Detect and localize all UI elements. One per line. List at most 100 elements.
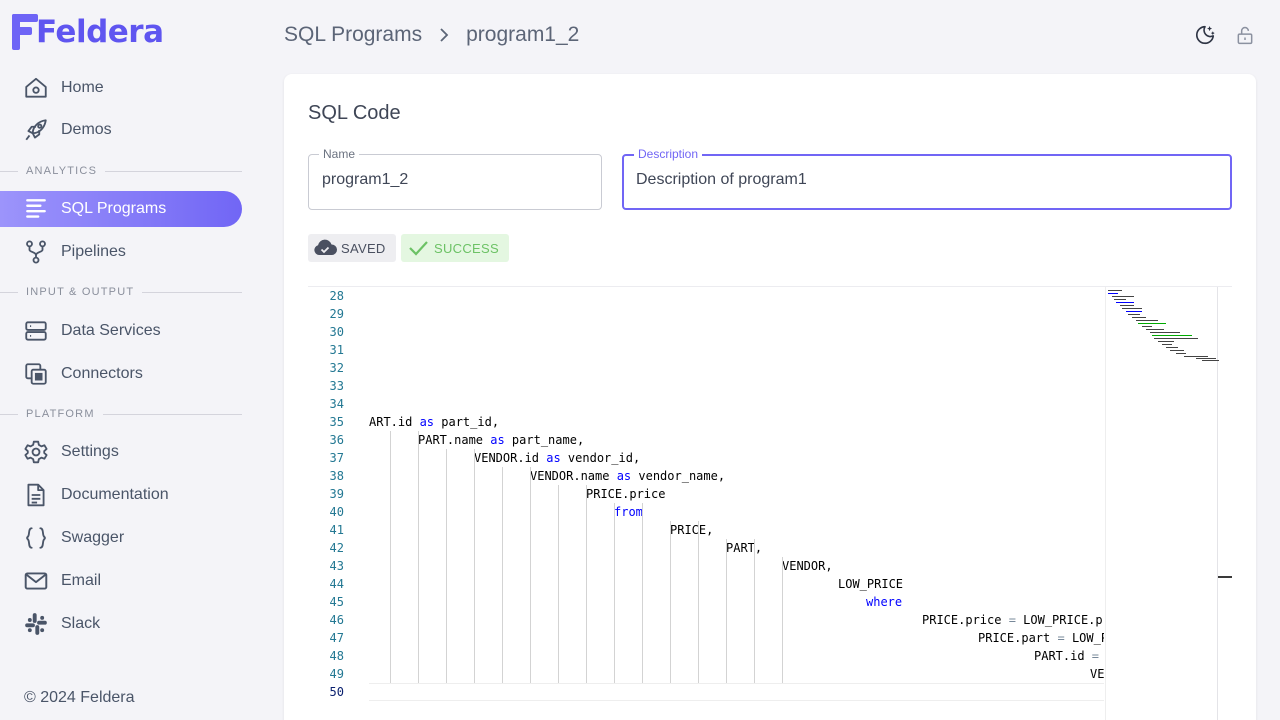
minimap-line (1176, 353, 1186, 354)
home-icon (22, 74, 50, 102)
sidebar-item-label: Data Services (61, 322, 161, 339)
minimap-line (1158, 341, 1174, 342)
line-number: 40 (329, 505, 344, 519)
minimap-line (1202, 360, 1219, 361)
code-line-35: ART.id as part_id, (369, 415, 500, 429)
indent-guide (502, 467, 503, 683)
sidebar-item-label: Email (61, 572, 102, 589)
sidebar-item-pipelines[interactable]: Pipelines (0, 234, 242, 270)
feldera-logo[interactable]: Feldera (12, 14, 164, 50)
indent-guide (614, 503, 615, 683)
code-minimap[interactable] (1105, 287, 1219, 720)
code-line-36: PART.name as part_name, (418, 433, 585, 447)
line-number: 42 (329, 541, 344, 555)
moon-star-icon[interactable] (1194, 22, 1216, 48)
indent-guide (586, 485, 587, 683)
breadcrumb-sql-programs[interactable]: SQL Programs (284, 23, 422, 47)
line-number: 37 (329, 451, 344, 465)
copyright-footer: © 2024 Feldera (24, 689, 135, 706)
sidebar-item-sql-programs[interactable]: SQL Programs (0, 191, 242, 227)
line-number: 47 (329, 631, 344, 645)
minimap-line (1114, 299, 1126, 300)
check-icon (405, 238, 431, 258)
name-field[interactable]: Name (308, 147, 602, 210)
code-line-48: PART.id = (1034, 649, 1100, 663)
sidebar-item-slack[interactable]: Slack (0, 606, 242, 642)
indent-guide (726, 539, 727, 683)
line-number: 48 (329, 649, 344, 663)
sidebar-item-home[interactable]: Home (0, 70, 242, 106)
section-input-output: INPUT & OUTPUT (0, 286, 242, 298)
sql-code-card: SQL Code Name Description SAVED SUCCESS … (284, 74, 1256, 720)
code-line-40: from (614, 505, 643, 519)
code-line-39: PRICE.price (586, 487, 666, 501)
sidebar-item-label: Pipelines (61, 243, 126, 260)
minimap-line (1184, 356, 1208, 357)
sidebar-item-data-services[interactable]: Data Services (0, 313, 242, 349)
minimap-line (1146, 329, 1164, 330)
line-number: 43 (329, 559, 344, 573)
lock-open-icon[interactable] (1234, 22, 1256, 48)
line-number: 50 (329, 685, 344, 699)
line-number: 38 (329, 469, 344, 483)
sidebar-item-swagger[interactable]: Swagger (0, 520, 242, 556)
line-number-gutter: 28 29 30 31 32 33 34 35 36 37 38 39 40 41 42 43 44 45 46 47… (308, 287, 368, 720)
sidebar-item-documentation[interactable]: Documentation (0, 477, 242, 513)
header-actions (1194, 22, 1256, 48)
code-line-46: PRICE.price = LOW_PRICE.pr (922, 613, 1104, 627)
section-platform: PLATFORM (0, 408, 242, 420)
indent-guide (530, 467, 531, 683)
minimap-line (1128, 314, 1140, 315)
scrollbar-indicator[interactable] (1218, 576, 1232, 578)
line-number: 36 (329, 433, 344, 447)
code-line-42: PART, (726, 541, 763, 555)
code-area[interactable]: ART.id as part_id, PART.name as part_nam… (369, 287, 1104, 720)
saved-status-chip: SAVED (308, 234, 396, 262)
document-icon (22, 481, 50, 509)
minimap-line (1126, 311, 1142, 312)
indent-guide (558, 485, 559, 683)
cloud-check-icon (312, 238, 338, 258)
sidebar-item-connectors[interactable]: Connectors (0, 356, 242, 392)
name-input[interactable] (322, 171, 585, 189)
line-number: 29 (329, 307, 344, 321)
chevron-right-icon (438, 28, 450, 42)
card-title: SQL Code (308, 102, 401, 124)
braces-icon (22, 524, 50, 552)
minimap-line (1142, 326, 1152, 327)
line-number: 34 (329, 397, 344, 411)
line-number: 35 (329, 415, 344, 429)
sidebar-item-settings[interactable]: Settings (0, 434, 242, 470)
line-number: 28 (329, 289, 344, 303)
rocket-icon (22, 116, 50, 144)
sql-code-editor[interactable]: 28 29 30 31 32 33 34 35 36 37 38 39 40 41 42 43 44 45 46 47… (308, 286, 1232, 720)
indent-guide (698, 521, 699, 683)
sidebar-item-label: Settings (61, 443, 119, 460)
sidebar-item-label: Connectors (61, 365, 143, 382)
sidebar-item-demos[interactable]: Demos (0, 112, 242, 148)
line-number: 44 (329, 577, 344, 591)
success-label: SUCCESS (434, 240, 499, 256)
minimap-line (1138, 323, 1166, 324)
sidebar-item-email[interactable]: Email (0, 563, 242, 599)
code-line-43: VENDOR, (782, 559, 833, 573)
sidebar-item-label: SQL Programs (61, 200, 167, 217)
sidebar: Feldera Home Demos ANALYTICS SQL Program… (0, 0, 250, 720)
breadcrumb-current: program1_2 (466, 23, 580, 46)
description-input[interactable] (636, 171, 1182, 189)
line-number: 46 (329, 613, 344, 627)
sidebar-item-label: Slack (61, 615, 101, 632)
description-field[interactable]: Description (622, 147, 1232, 210)
code-line-45: where (866, 595, 903, 609)
indent-guide (446, 449, 447, 683)
name-field-label: Name (319, 147, 360, 161)
indent-guide (474, 449, 475, 683)
minimap-line (1112, 296, 1134, 297)
minimap-line (1132, 317, 1146, 318)
success-status-chip: SUCCESS (401, 234, 509, 262)
code-line-47: PRICE.part = LOW_P (978, 631, 1104, 645)
branch-icon (22, 238, 50, 266)
sidebar-item-label: Documentation (61, 486, 169, 503)
code-line-41: PRICE, (670, 523, 714, 537)
line-number: 30 (329, 325, 344, 339)
